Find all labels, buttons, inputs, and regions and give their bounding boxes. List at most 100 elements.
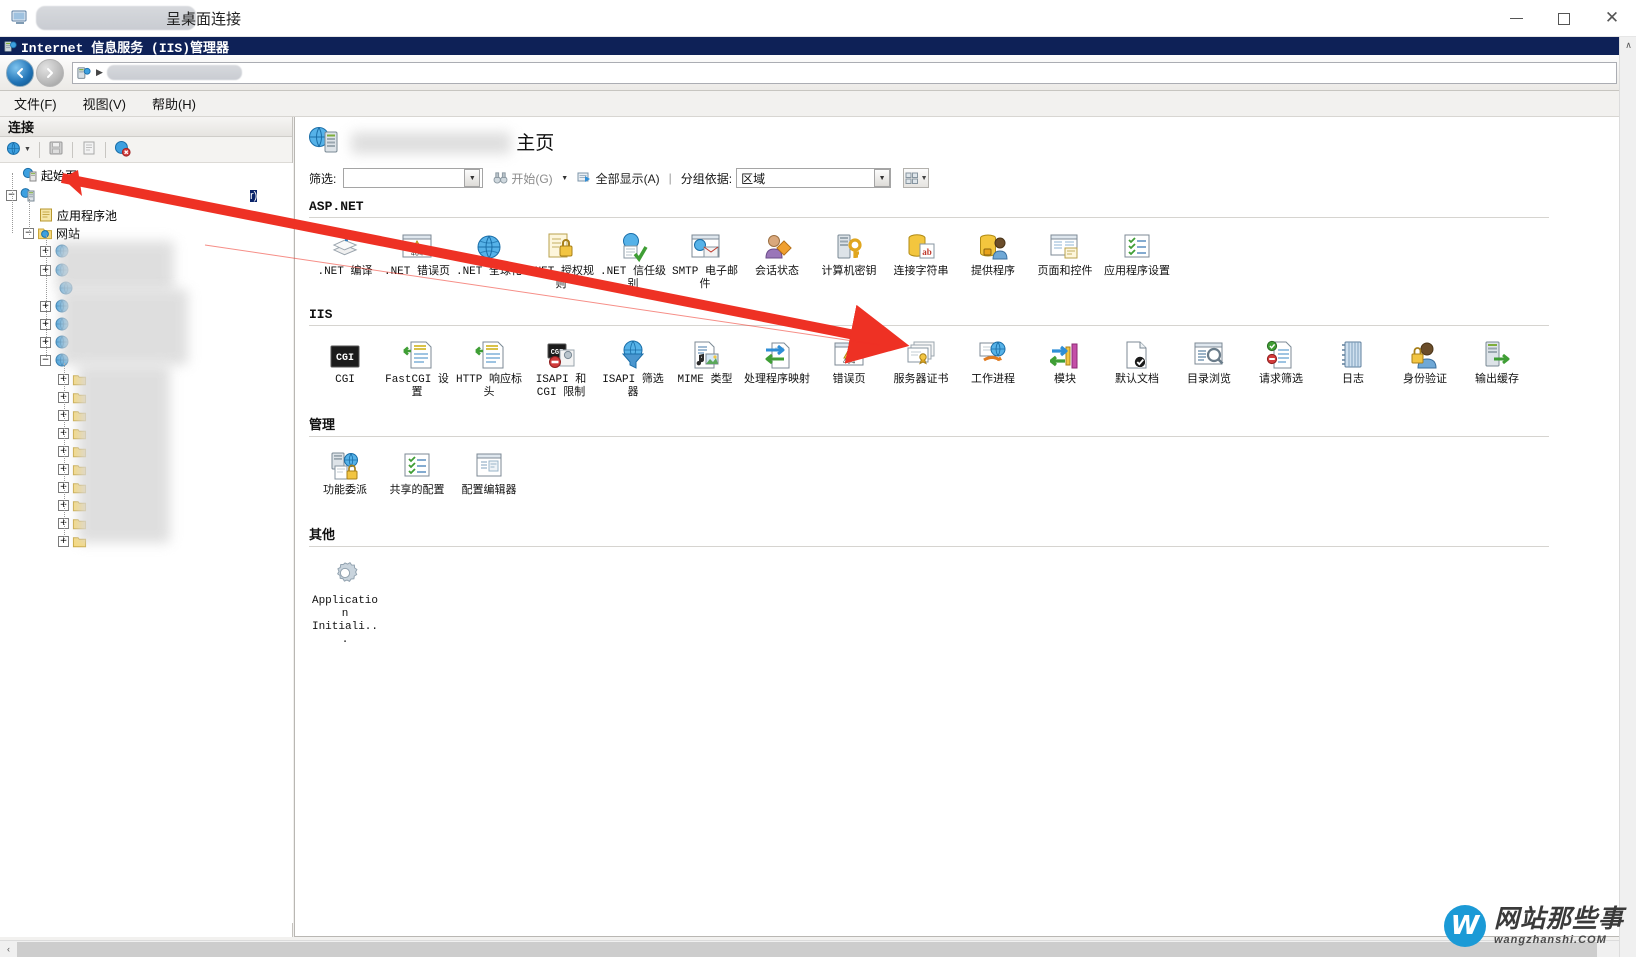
feature-default-document[interactable]: 默认文档 xyxy=(1101,334,1173,400)
feature-net-error-pages[interactable]: ! 404 .NET 错误页 xyxy=(381,226,453,292)
feature-net-globalization[interactable]: .NET 全球化 xyxy=(453,226,525,292)
feature-directory-browsing[interactable]: 目录浏览 xyxy=(1173,334,1245,400)
connect-to-server-icon[interactable]: ▼ xyxy=(6,141,31,158)
filter-text-field[interactable] xyxy=(346,170,465,186)
forward-button[interactable] xyxy=(36,58,64,87)
minimize-button[interactable] xyxy=(1492,0,1540,37)
net-authorization-rules-icon xyxy=(543,228,579,262)
filter-go-dropdown[interactable]: ▼ xyxy=(557,169,573,187)
feature-feature-delegation[interactable]: 功能委派 xyxy=(309,445,381,507)
output-caching-icon xyxy=(1479,336,1515,370)
feature-label: FastCGI 设置 xyxy=(385,374,449,399)
feature-net-compilation[interactable]: .NET 编译 xyxy=(309,226,381,292)
feature-providers[interactable]: 提供程序 xyxy=(957,226,1029,292)
maximize-button[interactable] xyxy=(1540,0,1588,37)
menu-bar: 文件(F) 视图(V) 帮助(H) xyxy=(0,91,1625,117)
feature-label: CGI xyxy=(335,374,355,386)
connections-tree[interactable]: 起始页 − r) 应用程序池 − 网站 + + + + + − + + + + … xyxy=(0,163,293,923)
tree-node-server[interactable]: − xyxy=(6,187,257,203)
feature-machine-key[interactable]: 计算机密钥 xyxy=(813,226,885,292)
redacted-tree-labels xyxy=(78,365,170,543)
cgi-icon: CGI xyxy=(327,336,363,370)
vertical-scrollbar[interactable]: ∧ xyxy=(1619,37,1636,957)
horizontal-scroll-thumb[interactable] xyxy=(17,941,1597,957)
feature-modules[interactable]: 模块 xyxy=(1029,334,1101,400)
feature-label: 页面和控件 xyxy=(1037,266,1093,278)
logging-icon xyxy=(1335,336,1371,370)
scroll-left-button[interactable]: ‹ xyxy=(0,941,17,957)
feature-smtp-email[interactable]: SMTP 电子邮件 xyxy=(669,226,741,292)
svg-text:404: 404 xyxy=(411,251,424,259)
feature-worker-processes[interactable]: 工作进程 xyxy=(957,334,1029,400)
filter-dropdown-button[interactable]: ▼ xyxy=(464,169,481,187)
show-all-icon xyxy=(577,172,590,182)
feature-isapi-cgi-restrictions[interactable]: CGI ISAPI 和 CGI 限制 xyxy=(525,334,597,400)
feature-label: 请求筛选 xyxy=(1259,374,1303,386)
address-bar[interactable]: ▶ xyxy=(72,61,1617,84)
feature-label: 会话状态 xyxy=(755,266,799,278)
feature-server-certificates[interactable]: 服务器证书 xyxy=(885,334,957,400)
pages-and-controls-icon xyxy=(1047,228,1083,262)
group-by-combo[interactable]: 区域 ▼ xyxy=(736,168,892,188)
close-button[interactable]: ✕ xyxy=(1588,0,1636,37)
tree-node-server-suffix: r) xyxy=(250,190,258,202)
tree-connector xyxy=(12,173,13,233)
connections-header: 连接 xyxy=(0,117,292,137)
feature-error-pages[interactable]: 404 错误页 xyxy=(813,334,885,400)
feature-output-caching[interactable]: 输出缓存 xyxy=(1461,334,1533,400)
breadcrumb-separator-icon: ▶ xyxy=(96,67,103,77)
feature-label: 功能委派 xyxy=(323,485,367,497)
website-icon xyxy=(309,127,338,153)
feature-label: 身份验证 xyxy=(1403,374,1447,386)
feature-authentication[interactable]: 身份验证 xyxy=(1389,334,1461,400)
back-button[interactable] xyxy=(6,58,34,87)
shared-configuration-icon xyxy=(399,447,435,481)
tree-node-application-pools[interactable]: 应用程序池 xyxy=(38,207,117,223)
new-page-icon[interactable] xyxy=(81,140,97,159)
feature-net-authorization-rules[interactable]: .NET 授权规则 xyxy=(525,226,597,292)
isapi-filters-icon xyxy=(615,336,651,370)
feature-pages-and-controls[interactable]: 页面和控件 xyxy=(1029,226,1101,292)
feature-label: 应用程序设置 xyxy=(1104,266,1170,278)
feature-request-filtering[interactable]: 请求筛选 xyxy=(1245,334,1317,400)
feature-mime-types[interactable]: MIME 类型 xyxy=(669,334,741,400)
scroll-up-button[interactable]: ∧ xyxy=(1620,37,1636,54)
show-all-button[interactable]: 全部显示(A) xyxy=(577,170,660,187)
filter-go-button[interactable]: 开始(G) xyxy=(493,170,553,187)
feature-cgi[interactable]: CGI CGI xyxy=(309,334,381,400)
tree-connector xyxy=(29,199,30,235)
feature-shared-configuration[interactable]: 共享的配置 xyxy=(381,445,453,507)
feature-fastcgi-settings[interactable]: FastCGI 设置 xyxy=(381,334,453,400)
group-by-dropdown-button[interactable]: ▼ xyxy=(874,169,891,187)
start-page-icon xyxy=(22,167,37,182)
menu-view[interactable]: 视图(V) xyxy=(83,94,126,113)
request-filtering-icon xyxy=(1263,336,1299,370)
filter-input[interactable]: ▼ xyxy=(343,168,484,188)
view-options-button[interactable]: ▼ xyxy=(903,168,930,188)
redacted-address-value xyxy=(106,65,242,80)
save-icon[interactable] xyxy=(48,140,64,159)
feature-connection-strings[interactable]: ab 连接字符串 xyxy=(885,226,957,292)
page-title: 主页 xyxy=(351,128,554,155)
tree-node-sites[interactable]: − 网站 xyxy=(23,225,80,241)
feature-application-initialization[interactable]: Application Initiali... xyxy=(309,555,381,647)
feature-application-settings[interactable]: 应用程序设置 xyxy=(1101,226,1173,292)
feature-isapi-filters[interactable]: ISAPI 筛选器 xyxy=(597,334,669,400)
feature-delegation-icon xyxy=(327,447,363,481)
feature-session-state[interactable]: 会话状态 xyxy=(741,226,813,292)
feature-http-response-headers[interactable]: HTTP 响应标头 xyxy=(453,334,525,400)
feature-logging[interactable]: 日志 xyxy=(1317,334,1389,400)
server-icon xyxy=(20,188,35,202)
disconnect-icon[interactable] xyxy=(114,140,131,160)
feature-net-trust-levels[interactable]: .NET 信任级别 xyxy=(597,226,669,292)
tree-node-start-page[interactable]: 起始页 xyxy=(22,167,77,183)
feature-label: 工作进程 xyxy=(971,374,1015,386)
iis-title-text: Internet 信息服务 (IIS)管理器 xyxy=(21,40,230,56)
feature-configuration-editor[interactable]: 配置编辑器 xyxy=(453,445,525,507)
menu-help[interactable]: 帮助(H) xyxy=(152,94,196,113)
horizontal-scrollbar[interactable]: ‹ xyxy=(0,940,1619,957)
tree-node-application-pools-label: 应用程序池 xyxy=(57,208,118,223)
menu-file[interactable]: 文件(F) xyxy=(14,94,57,113)
feature-handler-mappings[interactable]: 处理程序映射 xyxy=(741,334,813,400)
feature-label: 目录浏览 xyxy=(1187,374,1231,386)
